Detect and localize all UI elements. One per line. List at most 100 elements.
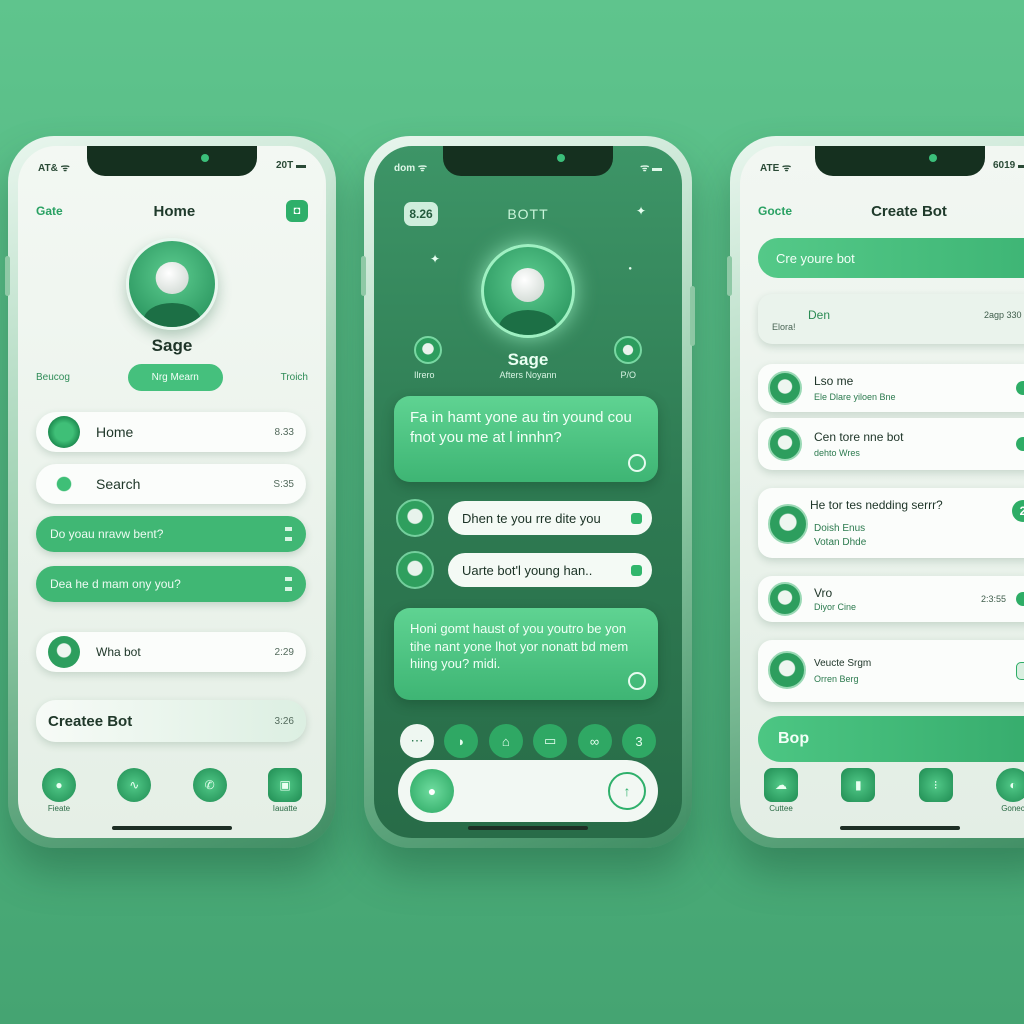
avatar-icon	[768, 504, 808, 544]
card-sub: Ele Dlare yiloen Bne	[814, 392, 896, 402]
tab-settings[interactable]: ⁝	[909, 768, 963, 802]
bot-card[interactable]: Veucte Srgm Orren Berg	[758, 640, 1024, 702]
reply-icon[interactable]	[628, 454, 646, 472]
volume-button	[727, 256, 732, 296]
notch	[443, 146, 613, 176]
bot-message-bubble: Fa in hamt yone au tin yound cou fnot yo…	[394, 396, 658, 482]
tab-create[interactable]: ☁ Cuttee	[754, 768, 808, 813]
toggle-icon[interactable]	[1016, 592, 1024, 606]
dots-icon: ⁝	[918, 768, 953, 802]
contact-icon: ◐	[995, 768, 1024, 802]
nav-label: Home	[96, 424, 134, 440]
bot-card[interactable]: He tor tes nedding serrr? Doish Enus Vot…	[758, 488, 1024, 558]
bot-meta: 2:29	[274, 646, 294, 658]
chat-text: Uarte bot'l young han..	[462, 562, 593, 578]
phone-create-bot: ATE ᯤ 6019 ▬ Gocte Create Bot ◘ Cre your…	[727, 136, 1024, 848]
battery-text: 6019 ▬	[992, 160, 1024, 171]
chat-row[interactable]: Uarte bot'l young han..	[396, 550, 652, 590]
carrier-text: AT& ᯤ	[38, 163, 70, 174]
home-indicator	[840, 826, 960, 830]
nav-meta: 8.33	[274, 426, 294, 438]
profile-name: Sage	[507, 350, 549, 369]
window-icon[interactable]: ▭	[533, 724, 568, 758]
phone-chat: dom ᯤ ᯤ ▬ 8.26 BOTT ✦ ✦ ● Sage Ilrero P/…	[361, 136, 695, 848]
tab-label: Gonec	[1001, 804, 1024, 813]
phone-home: AT& ᯤ 20T ▬ Gate Home ◘ Sage Beucog Nrg …	[5, 136, 336, 848]
bot-avatar[interactable]	[481, 244, 575, 338]
tab-left[interactable]: Beucog	[36, 372, 70, 383]
tab-phone[interactable]: ✆	[183, 768, 237, 802]
nav-item-search[interactable]: Search S:35	[36, 464, 306, 504]
reply-icon[interactable]	[628, 672, 646, 690]
sparkle-icon: ✦	[635, 204, 646, 218]
mic-icon[interactable]: ●	[410, 769, 454, 813]
three-icon[interactable]: 3	[621, 724, 656, 758]
link-icon[interactable]: ∞	[577, 724, 612, 758]
draft-title: Den	[808, 308, 831, 322]
more-icon[interactable]: ⋯	[400, 724, 434, 758]
home-icon	[48, 416, 80, 448]
tab-label: Fieate	[47, 804, 71, 813]
tab-contact[interactable]: ◐ Gonec	[986, 768, 1024, 813]
profile-square-icon[interactable]: ◘	[286, 200, 308, 222]
draft-sub: Elora!	[772, 322, 796, 332]
tab-settings[interactable]: ▣ Iauatte	[258, 768, 312, 813]
create-bot-screen: ATE ᯤ 6019 ▬ Gocte Create Bot ◘ Cre your…	[740, 146, 1024, 838]
camera-dot	[201, 154, 209, 162]
tab-create[interactable]: ● Fieate	[32, 768, 86, 813]
bot-label: Wha bot	[96, 645, 141, 659]
app-logo: Gate	[36, 204, 63, 218]
bot-row[interactable]: Wha bot 2:29	[36, 632, 306, 672]
bot-card[interactable]: Cen tore nne bot dehto Wres	[758, 418, 1024, 470]
prompt-item[interactable]: Do yoau nravw bent?	[36, 516, 306, 552]
send-icon[interactable]: ↑	[608, 772, 646, 810]
battery-text: 20T ▬	[275, 160, 306, 171]
primary-button[interactable]: Bop	[758, 716, 1024, 762]
create-bot-label: Createe Bot	[48, 712, 133, 730]
action-row: ⋯ ◗ ⌂ ▭ ∞ 3	[400, 724, 656, 758]
cloud-icon: ☁	[764, 768, 798, 802]
card-title: Vro	[814, 586, 833, 600]
tab-active[interactable]: Nrg Mearn	[127, 363, 223, 391]
user-message-bubble: Honi gomt haust of you youtro be yon tih…	[394, 608, 658, 700]
avatar[interactable]	[126, 238, 218, 330]
toggle-icon[interactable]	[1016, 381, 1024, 395]
chat-row[interactable]: Dhen te you rre dite you	[396, 498, 652, 538]
tab-chat[interactable]: ∿	[107, 768, 161, 802]
tag-icon[interactable]	[1016, 662, 1024, 680]
create-bot-meta: 3:26	[274, 715, 294, 727]
phone-icon: ✆	[192, 768, 227, 802]
bot-name-input[interactable]: Cre youre bot	[758, 238, 1024, 278]
menu-icon	[285, 577, 292, 591]
tab-right[interactable]: Troich	[281, 372, 308, 383]
settings-icon: ▣	[267, 768, 302, 802]
home-indicator	[112, 826, 232, 830]
carrier-text: ATE ᯤ	[760, 163, 792, 174]
prompt-item[interactable]: Dea he d mam ony you?	[36, 566, 306, 602]
toggle-icon[interactable]	[1016, 437, 1024, 451]
boat-icon[interactable]: ⌂	[488, 724, 523, 758]
avatar-icon	[768, 582, 802, 616]
card-sub: Doish Enus Votan Dhde	[814, 523, 867, 548]
card-title: Lso me	[814, 374, 854, 388]
leaf-icon[interactable]: ◗	[444, 724, 479, 758]
avatar-icon	[396, 551, 434, 589]
create-header: Gocte Create Bot ◘	[758, 196, 1024, 226]
bot-message-text: Fa in hamt yone au tin yound cou fnot yo…	[410, 409, 632, 447]
notch	[815, 146, 985, 176]
tab-docs[interactable]: ▮	[831, 768, 885, 802]
notch	[87, 146, 257, 176]
compose-bar[interactable]: ● ↑	[398, 760, 658, 822]
avatar-icon	[768, 371, 802, 405]
bot-card[interactable]: Lso me Ele Dlare yiloen Bne	[758, 364, 1024, 412]
bot-card[interactable]: Vro Diyor Cine 2:3:55	[758, 576, 1024, 622]
nav-meta: S:35	[273, 478, 294, 490]
avatar-icon	[768, 427, 802, 461]
draft-card[interactable]: Den Elora! 2agp 330 28	[758, 294, 1024, 344]
power-button	[690, 286, 695, 346]
count-badge: 2	[1012, 500, 1024, 522]
camera-dot	[929, 154, 937, 162]
page-title: Home	[153, 202, 196, 220]
nav-item-home[interactable]: Home 8.33	[36, 412, 306, 452]
create-bot-button[interactable]: Createe Bot 3:26	[36, 700, 306, 742]
